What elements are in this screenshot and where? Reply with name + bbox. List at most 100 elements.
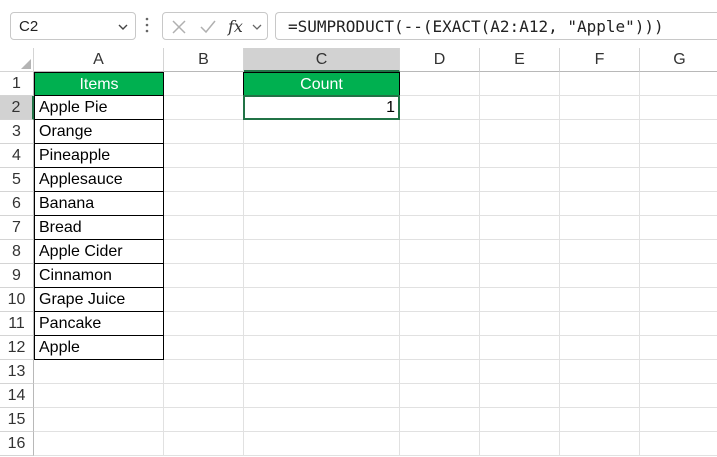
row-header-16[interactable]: 16 — [0, 432, 34, 456]
grid-cell[interactable] — [244, 360, 400, 384]
grid-cell[interactable] — [640, 120, 717, 144]
grid-cell[interactable] — [244, 408, 400, 432]
items-header-cell[interactable]: Items — [34, 72, 164, 96]
grid-cell[interactable] — [164, 312, 244, 336]
grid-cell[interactable] — [244, 336, 400, 360]
grid-cell[interactable] — [400, 384, 480, 408]
item-cell[interactable]: Applesauce — [34, 167, 164, 192]
more-options-icon[interactable] — [145, 16, 149, 34]
item-cell[interactable]: Banana — [34, 191, 164, 216]
grid-cell[interactable] — [640, 360, 717, 384]
grid-cell[interactable] — [480, 216, 560, 240]
grid-cell[interactable] — [400, 312, 480, 336]
grid-cell[interactable] — [164, 240, 244, 264]
grid-cell[interactable] — [164, 216, 244, 240]
grid-cell[interactable] — [560, 120, 640, 144]
row-header-15[interactable]: 15 — [0, 408, 34, 432]
grid-cell[interactable] — [480, 288, 560, 312]
row-header-14[interactable]: 14 — [0, 384, 34, 408]
grid-cell[interactable] — [560, 168, 640, 192]
item-cell[interactable]: Pancake — [34, 311, 164, 336]
grid-cell[interactable] — [640, 72, 717, 96]
grid-cell[interactable] — [164, 336, 244, 360]
grid-cell[interactable] — [480, 144, 560, 168]
grid-cell[interactable] — [640, 432, 717, 456]
chevron-down-icon[interactable] — [117, 21, 129, 33]
grid-cell[interactable] — [640, 384, 717, 408]
grid-cell[interactable] — [640, 216, 717, 240]
grid-cell[interactable] — [400, 408, 480, 432]
row-header-7[interactable]: 7 — [0, 216, 34, 240]
grid-cell[interactable] — [480, 72, 560, 96]
row-header-6[interactable]: 6 — [0, 192, 34, 216]
grid-cell[interactable] — [164, 120, 244, 144]
grid-cell[interactable] — [244, 120, 400, 144]
close-icon[interactable] — [171, 19, 187, 35]
grid-cell[interactable] — [640, 240, 717, 264]
grid-cell[interactable] — [560, 288, 640, 312]
grid-cell[interactable] — [640, 168, 717, 192]
grid-cell[interactable] — [164, 360, 244, 384]
item-cell[interactable]: Orange — [34, 119, 164, 144]
grid-cell[interactable] — [164, 144, 244, 168]
row-header-1[interactable]: 1 — [0, 72, 34, 96]
grid-cell[interactable] — [480, 120, 560, 144]
check-icon[interactable] — [199, 19, 217, 35]
grid-cell[interactable] — [164, 264, 244, 288]
grid-cell[interactable] — [480, 360, 560, 384]
grid-cell[interactable] — [400, 336, 480, 360]
select-all-button[interactable] — [0, 48, 34, 72]
grid-cell[interactable] — [480, 312, 560, 336]
row-header-4[interactable]: 4 — [0, 144, 34, 168]
grid-cell[interactable] — [400, 360, 480, 384]
item-cell[interactable]: Apple Cider — [34, 239, 164, 264]
row-header-5[interactable]: 5 — [0, 168, 34, 192]
grid-cell[interactable] — [560, 312, 640, 336]
grid-cell[interactable] — [164, 432, 244, 456]
grid-cell[interactable] — [400, 288, 480, 312]
count-value-cell[interactable]: 1 — [243, 95, 400, 120]
grid-cell[interactable] — [244, 168, 400, 192]
grid-cell[interactable] — [164, 72, 244, 96]
grid-cell[interactable] — [164, 384, 244, 408]
grid-cell[interactable] — [480, 336, 560, 360]
count-header-cell[interactable]: Count — [243, 72, 400, 96]
row-header-13[interactable]: 13 — [0, 360, 34, 384]
grid-cell[interactable] — [34, 360, 164, 384]
grid-cell[interactable] — [560, 360, 640, 384]
grid-cell[interactable] — [244, 384, 400, 408]
grid-cell[interactable] — [244, 432, 400, 456]
grid-cell[interactable] — [560, 96, 640, 120]
grid-cell[interactable] — [480, 192, 560, 216]
grid-cell[interactable] — [640, 96, 717, 120]
row-header-2[interactable]: 2 — [0, 96, 34, 120]
item-cell[interactable]: Pineapple — [34, 143, 164, 168]
grid-cell[interactable] — [34, 408, 164, 432]
grid-cell[interactable] — [400, 192, 480, 216]
grid-cell[interactable] — [560, 72, 640, 96]
grid-cell[interactable] — [560, 432, 640, 456]
grid-cell[interactable] — [400, 96, 480, 120]
grid-cell[interactable] — [34, 432, 164, 456]
grid-cell[interactable] — [244, 312, 400, 336]
column-header-b[interactable]: B — [164, 48, 244, 72]
grid-cell[interactable] — [560, 216, 640, 240]
row-header-11[interactable]: 11 — [0, 312, 34, 336]
item-cell[interactable]: Apple Pie — [34, 95, 164, 120]
column-header-g[interactable]: G — [640, 48, 717, 72]
grid-cell[interactable] — [164, 168, 244, 192]
column-header-a[interactable]: A — [34, 48, 164, 72]
grid-cell[interactable] — [640, 264, 717, 288]
grid-cell[interactable] — [400, 144, 480, 168]
row-header-10[interactable]: 10 — [0, 288, 34, 312]
row-header-3[interactable]: 3 — [0, 120, 34, 144]
grid-cell[interactable] — [560, 192, 640, 216]
grid-cell[interactable] — [560, 264, 640, 288]
grid-cell[interactable] — [640, 288, 717, 312]
grid-cell[interactable] — [400, 432, 480, 456]
grid-cell[interactable] — [480, 408, 560, 432]
grid-cell[interactable] — [244, 240, 400, 264]
name-box[interactable]: C2 — [10, 12, 136, 40]
item-cell[interactable]: Bread — [34, 215, 164, 240]
grid-cell[interactable] — [480, 384, 560, 408]
